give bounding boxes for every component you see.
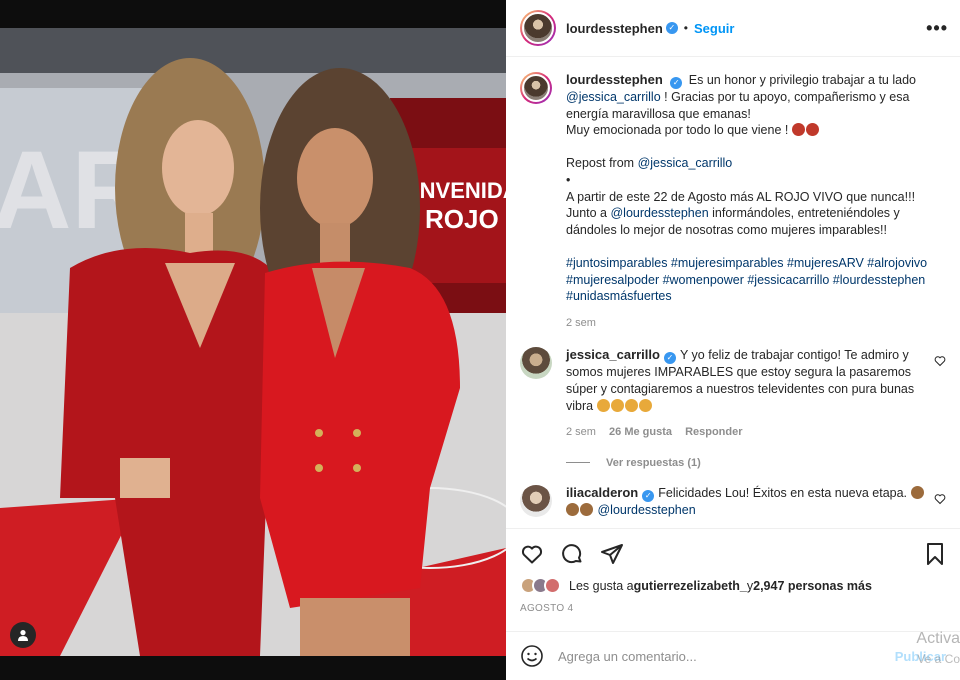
comment-time: 2 sem	[566, 426, 596, 439]
post-date: AGOSTO 4	[520, 603, 574, 614]
comments-list[interactable]: lourdesstephen ✓ Es un honor y privilegi…	[506, 58, 960, 528]
like-button[interactable]	[520, 542, 544, 566]
clap-emoji	[580, 502, 593, 516]
verified-icon: ✓	[670, 77, 683, 89]
mention-link[interactable]: @lourdesstephen	[597, 503, 695, 517]
hands-emoji	[596, 398, 610, 412]
bullet: •	[566, 172, 571, 187]
post-details-panel: lourdesstephen ✓ • Seguir ••• lourdesste…	[506, 0, 960, 680]
caption-line: ! Gracias por tu apoyo, compañerismo y e…	[660, 90, 910, 104]
comment-item: jessica_carrillo ✓ Y yo feliz de trabajar …	[520, 347, 946, 440]
liker-username[interactable]: gutierrezelizabeth_	[634, 579, 747, 593]
author-avatar[interactable]	[520, 10, 556, 46]
user-tag-button[interactable]	[10, 622, 36, 648]
bookmark-icon	[927, 543, 943, 565]
commenter-username[interactable]: ilia​calderon	[566, 485, 638, 500]
add-comment-bar: Publicar	[506, 631, 960, 680]
comment-likes[interactable]: 26 Me gusta	[609, 426, 672, 438]
comment-item: ilia​calderon ✓ Felicidades Lou! Éxitos en…	[520, 484, 946, 519]
caption-line: energía maravillosa que emanas!	[566, 106, 751, 121]
woman-red-dress-emoji	[805, 123, 819, 137]
user-tag-icon	[18, 630, 28, 641]
view-replies-label: Ver respuestas (1)	[606, 456, 701, 469]
heart-icon	[521, 545, 543, 564]
post-header: lourdesstephen ✓ • Seguir •••	[506, 0, 960, 57]
svg-text:ENVENIDA: ENVENIDA	[405, 178, 506, 203]
caption-avatar[interactable]	[520, 72, 552, 104]
action-bar	[520, 529, 946, 579]
reply-button[interactable]: Responder	[685, 426, 742, 438]
svg-text:ROJO: ROJO	[425, 204, 499, 234]
likes-summary[interactable]: Les gusta a gutierrezelizabeth_ y 2,947 …	[520, 577, 946, 594]
hands-emoji	[638, 398, 652, 412]
body-line: A partir de este 22 de Agosto más AL ROJ…	[566, 189, 916, 204]
emoji-icon[interactable]	[520, 644, 544, 668]
caption-username[interactable]: lourdesstephen	[566, 72, 663, 87]
post-media[interactable]: AR ENVENIDA ROJO	[0, 0, 506, 680]
hands-emoji	[624, 398, 638, 412]
share-button[interactable]	[600, 542, 624, 566]
caption-text: lourdesstephen ✓ Es un honor y privilegi…	[566, 72, 938, 331]
comment-text: ilia​calderon ✓ Felicidades Lou! Éxitos en…	[566, 485, 926, 519]
heart-icon[interactable]	[934, 493, 946, 505]
verified-icon: ✓	[665, 22, 678, 34]
replies-divider	[566, 462, 590, 464]
mention-link[interactable]: @jessica_carrillo	[638, 156, 733, 170]
comment-button[interactable]	[560, 542, 584, 566]
clap-emoji	[910, 485, 924, 499]
body-line: Junto a	[566, 206, 611, 221]
view-replies-button[interactable]: Ver respuestas (1)	[566, 457, 946, 469]
author-username[interactable]: lourdesstephen	[566, 21, 663, 36]
liker-avatars	[520, 577, 561, 594]
repost-prefix: Repost from	[566, 156, 638, 171]
heart-icon[interactable]	[934, 355, 946, 367]
post-photo: AR ENVENIDA ROJO	[0, 28, 506, 656]
save-button[interactable]	[924, 542, 946, 566]
caption: lourdesstephen ✓ Es un honor y privilegi…	[520, 72, 946, 331]
verified-icon: ✓	[642, 489, 655, 502]
mention-link[interactable]: @lourdesstephen	[610, 206, 708, 220]
body-line: dándoles lo mejor de nosotras como mujer…	[566, 222, 887, 237]
more-icon[interactable]: •••	[926, 18, 948, 39]
photo-illustration: AR ENVENIDA ROJO	[0, 28, 506, 656]
share-icon	[601, 544, 623, 564]
comment-body: Felicidades Lou! Éxitos en esta nueva et…	[658, 485, 911, 500]
body-line: informándoles, entreteniéndoles y	[708, 206, 900, 221]
clap-emoji	[566, 502, 579, 516]
likes-prefix: Les gusta a	[569, 578, 634, 593]
commenter-avatar[interactable]	[520, 347, 552, 380]
commenter-username[interactable]: jessica_carrillo	[566, 347, 660, 362]
comment-icon	[562, 544, 582, 564]
mention-link[interactable]: @jessica_carrillo	[566, 90, 661, 104]
hashtags[interactable]: #juntosimparables #mujeresimparables #mu…	[566, 256, 927, 303]
verified-icon: ✓	[663, 352, 676, 365]
post-footer: Les gusta a gutierrezelizabeth_ y 2,947 …	[506, 528, 960, 614]
hands-emoji	[610, 398, 624, 412]
separator-dot: •	[683, 21, 688, 35]
publish-button[interactable]: Publicar	[895, 649, 946, 664]
caption-line: Es un honor y privilegio trabajar a tu l…	[688, 73, 916, 87]
comment-meta: 2 sem 26 Me gusta Responder	[566, 424, 926, 441]
comment-input[interactable]	[558, 648, 858, 664]
likes-count[interactable]: 2,947 personas más	[753, 579, 872, 593]
follow-button[interactable]: Seguir	[694, 21, 734, 36]
caption-line: Muy emocionada por todo lo que viene !	[566, 123, 792, 138]
woman-red-dress-emoji	[791, 123, 805, 137]
commenter-avatar[interactable]	[520, 484, 552, 517]
caption-time: 2 sem	[566, 316, 596, 329]
comment-text: jessica_carrillo ✓ Y yo feliz de trabajar …	[566, 347, 926, 440]
